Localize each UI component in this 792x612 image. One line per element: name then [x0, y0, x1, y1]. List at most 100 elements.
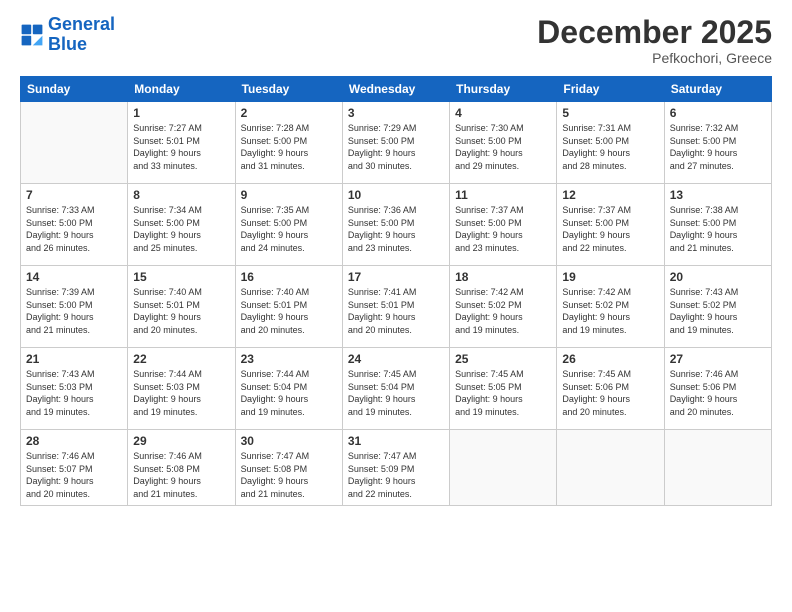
calendar-cell-1-2: 1Sunrise: 7:27 AM Sunset: 5:01 PM Daylig… [128, 102, 235, 184]
calendar-body: 1Sunrise: 7:27 AM Sunset: 5:01 PM Daylig… [21, 102, 772, 505]
day-number: 8 [133, 188, 229, 202]
cell-info: Sunrise: 7:40 AM Sunset: 5:01 PM Dayligh… [241, 286, 337, 336]
day-number: 9 [241, 188, 337, 202]
calendar-week-1: 1Sunrise: 7:27 AM Sunset: 5:01 PM Daylig… [21, 102, 772, 184]
day-number: 28 [26, 434, 122, 448]
calendar-cell-3-5: 18 Sunrise: 7:42 AM Sunset: 5:02 PM Dayli… [450, 266, 557, 348]
calendar-week-2: 7 Sunrise: 7:33 AM Sunset: 5:00 PM Daylig… [21, 184, 772, 266]
calendar-cell-1-1 [21, 102, 128, 184]
calendar-cell-1-5: 4 Sunrise: 7:30 AM Sunset: 5:00 PM Daylig… [450, 102, 557, 184]
cell-info: Sunrise: 7:43 AM Sunset: 5:03 PM Dayligh… [26, 368, 122, 418]
day-number: 31 [348, 434, 444, 448]
day-number: 7 [26, 188, 122, 202]
day-number: 23 [241, 352, 337, 366]
day-number: 29 [133, 434, 229, 448]
col-thursday: Thursday [450, 77, 557, 102]
cell-info: Sunrise: 7:36 AM Sunset: 5:00 PM Dayligh… [348, 204, 444, 254]
cell-info: Sunrise: 7:45 AM Sunset: 5:04 PM Dayligh… [348, 368, 444, 418]
day-number: 27 [670, 352, 766, 366]
cell-info: Sunrise: 7:40 AM Sunset: 5:01 PM Dayligh… [133, 286, 229, 336]
day-number: 22 [133, 352, 229, 366]
cell-info: Sunrise: 7:33 AM Sunset: 5:00 PM Dayligh… [26, 204, 122, 254]
cell-info: Sunrise: 7:31 AM Sunset: 5:00 PM Dayligh… [562, 122, 658, 172]
col-monday: Monday [128, 77, 235, 102]
location: Pefkochori, Greece [537, 50, 772, 66]
calendar-cell-2-3: 9 Sunrise: 7:35 AM Sunset: 5:00 PM Daylig… [235, 184, 342, 266]
logo-text: General Blue [48, 15, 115, 55]
cell-info: Sunrise: 7:42 AM Sunset: 5:02 PM Dayligh… [455, 286, 551, 336]
calendar-week-4: 21 Sunrise: 7:43 AM Sunset: 5:03 PM Dayli… [21, 348, 772, 430]
calendar-cell-5-4: 31 Sunrise: 7:47 AM Sunset: 5:09 PM Dayli… [342, 430, 449, 505]
calendar-cell-2-6: 12Sunrise: 7:37 AM Sunset: 5:00 PM Dayli… [557, 184, 664, 266]
cell-info: Sunrise: 7:46 AM Sunset: 5:08 PM Dayligh… [133, 450, 229, 500]
calendar-cell-2-2: 8 Sunrise: 7:34 AM Sunset: 5:00 PM Daylig… [128, 184, 235, 266]
day-number: 26 [562, 352, 658, 366]
day-number: 4 [455, 106, 551, 120]
calendar-cell-4-2: 22Sunrise: 7:44 AM Sunset: 5:03 PM Dayli… [128, 348, 235, 430]
logo: General Blue [20, 15, 115, 55]
logo-blue: Blue [48, 34, 87, 54]
month-title: December 2025 [537, 15, 772, 50]
day-number: 24 [348, 352, 444, 366]
cell-info: Sunrise: 7:38 AM Sunset: 5:00 PM Dayligh… [670, 204, 766, 254]
cell-info: Sunrise: 7:39 AM Sunset: 5:00 PM Dayligh… [26, 286, 122, 336]
calendar-cell-5-5 [450, 430, 557, 505]
calendar-cell-4-5: 25 Sunrise: 7:45 AM Sunset: 5:05 PM Dayli… [450, 348, 557, 430]
cell-info: Sunrise: 7:30 AM Sunset: 5:00 PM Dayligh… [455, 122, 551, 172]
calendar-cell-2-4: 10Sunrise: 7:36 AM Sunset: 5:00 PM Dayli… [342, 184, 449, 266]
calendar-cell-3-6: 19 Sunrise: 7:42 AM Sunset: 5:02 PM Dayli… [557, 266, 664, 348]
cell-info: Sunrise: 7:47 AM Sunset: 5:08 PM Dayligh… [241, 450, 337, 500]
col-friday: Friday [557, 77, 664, 102]
calendar-cell-2-5: 11Sunrise: 7:37 AM Sunset: 5:00 PM Dayli… [450, 184, 557, 266]
cell-info: Sunrise: 7:45 AM Sunset: 5:05 PM Dayligh… [455, 368, 551, 418]
day-number: 19 [562, 270, 658, 284]
col-sunday: Sunday [21, 77, 128, 102]
calendar-cell-4-1: 21 Sunrise: 7:43 AM Sunset: 5:03 PM Dayli… [21, 348, 128, 430]
calendar-cell-4-3: 23 Sunrise: 7:44 AM Sunset: 5:04 PM Dayli… [235, 348, 342, 430]
day-number: 17 [348, 270, 444, 284]
calendar-cell-2-7: 13Sunrise: 7:38 AM Sunset: 5:00 PM Dayli… [664, 184, 771, 266]
day-number: 21 [26, 352, 122, 366]
cell-info: Sunrise: 7:41 AM Sunset: 5:01 PM Dayligh… [348, 286, 444, 336]
calendar-cell-1-6: 5 Sunrise: 7:31 AM Sunset: 5:00 PM Daylig… [557, 102, 664, 184]
day-number: 6 [670, 106, 766, 120]
calendar-cell-1-4: 3Sunrise: 7:29 AM Sunset: 5:00 PM Daylig… [342, 102, 449, 184]
title-block: December 2025 Pefkochori, Greece [537, 15, 772, 66]
cell-info: Sunrise: 7:43 AM Sunset: 5:02 PM Dayligh… [670, 286, 766, 336]
calendar-cell-5-7 [664, 430, 771, 505]
calendar-cell-3-4: 17 Sunrise: 7:41 AM Sunset: 5:01 PM Dayli… [342, 266, 449, 348]
cell-info: Sunrise: 7:46 AM Sunset: 5:07 PM Dayligh… [26, 450, 122, 500]
day-number: 1 [133, 106, 229, 120]
cell-info: Sunrise: 7:35 AM Sunset: 5:00 PM Dayligh… [241, 204, 337, 254]
calendar-cell-5-1: 28 Sunrise: 7:46 AM Sunset: 5:07 PM Dayli… [21, 430, 128, 505]
cell-info: Sunrise: 7:47 AM Sunset: 5:09 PM Dayligh… [348, 450, 444, 500]
day-number: 18 [455, 270, 551, 284]
cell-info: Sunrise: 7:45 AM Sunset: 5:06 PM Dayligh… [562, 368, 658, 418]
page: General Blue December 2025 Pefkochori, G… [0, 0, 792, 612]
day-number: 3 [348, 106, 444, 120]
cell-info: Sunrise: 7:44 AM Sunset: 5:04 PM Dayligh… [241, 368, 337, 418]
calendar-week-5: 28 Sunrise: 7:46 AM Sunset: 5:07 PM Dayli… [21, 430, 772, 505]
cell-info: Sunrise: 7:34 AM Sunset: 5:00 PM Dayligh… [133, 204, 229, 254]
calendar-cell-3-7: 20Sunrise: 7:43 AM Sunset: 5:02 PM Dayli… [664, 266, 771, 348]
col-saturday: Saturday [664, 77, 771, 102]
cell-info: Sunrise: 7:46 AM Sunset: 5:06 PM Dayligh… [670, 368, 766, 418]
day-number: 25 [455, 352, 551, 366]
day-number: 2 [241, 106, 337, 120]
header-row: Sunday Monday Tuesday Wednesday Thursday… [21, 77, 772, 102]
calendar-cell-1-7: 6Sunrise: 7:32 AM Sunset: 5:00 PM Daylig… [664, 102, 771, 184]
day-number: 30 [241, 434, 337, 448]
day-number: 5 [562, 106, 658, 120]
logo-general: General [48, 14, 115, 34]
day-number: 11 [455, 188, 551, 202]
calendar-cell-3-1: 14 Sunrise: 7:39 AM Sunset: 5:00 PM Dayli… [21, 266, 128, 348]
day-number: 15 [133, 270, 229, 284]
col-tuesday: Tuesday [235, 77, 342, 102]
day-number: 14 [26, 270, 122, 284]
calendar-cell-5-3: 30 Sunrise: 7:47 AM Sunset: 5:08 PM Dayli… [235, 430, 342, 505]
logo-icon [20, 23, 44, 47]
cell-info: Sunrise: 7:42 AM Sunset: 5:02 PM Dayligh… [562, 286, 658, 336]
cell-info: Sunrise: 7:37 AM Sunset: 5:00 PM Dayligh… [562, 204, 658, 254]
calendar-cell-3-3: 16Sunrise: 7:40 AM Sunset: 5:01 PM Dayli… [235, 266, 342, 348]
calendar-header: Sunday Monday Tuesday Wednesday Thursday… [21, 77, 772, 102]
